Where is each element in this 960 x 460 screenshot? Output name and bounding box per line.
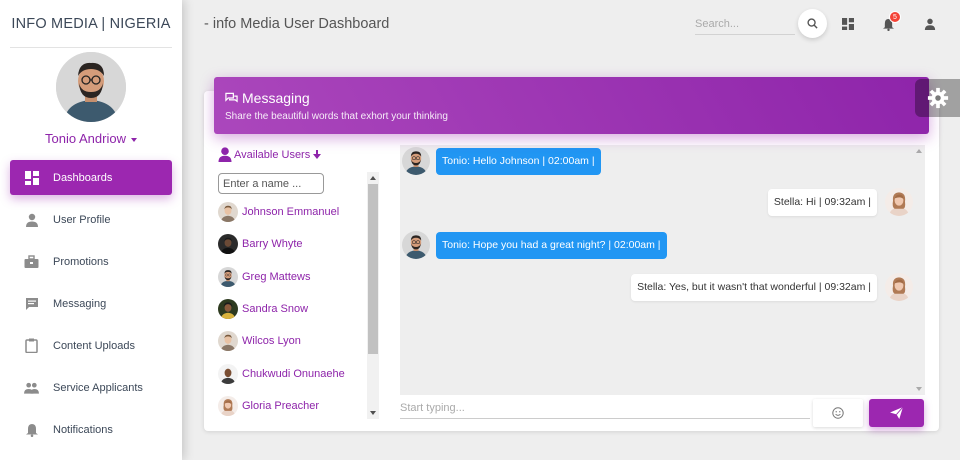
scroll-up-icon[interactable]: [916, 149, 922, 153]
scroll-down-icon[interactable]: [916, 387, 922, 391]
chat-message-outgoing: Stella: Yes, but it wasn't that wonderfu…: [631, 273, 913, 301]
user-list-item[interactable]: Sandra Snow: [216, 293, 366, 325]
user-icon: [218, 147, 232, 162]
avatar: [218, 396, 238, 416]
dashboard-button[interactable]: [840, 16, 856, 32]
chat-message-outgoing: Stella: Hi | 09:32am |: [767, 188, 913, 216]
message-bubble: Stella: Yes, but it wasn't that wonderfu…: [631, 273, 877, 301]
chat-message-incoming: Tonio: Hello Johnson | 02:00am |: [402, 147, 601, 175]
avatar: [885, 188, 913, 216]
avatar: [402, 147, 430, 175]
sidebar-item-label: Service Applicants: [53, 381, 143, 394]
user-name: Barry Whyte: [242, 238, 303, 251]
user-list-item[interactable]: Wilcos Lyon: [216, 325, 366, 357]
message-bubble: Stella: Hi | 09:32am |: [767, 188, 877, 216]
user-list-item[interactable]: Chukwudi Onunaehe: [216, 357, 366, 389]
avatar: [218, 364, 238, 384]
search-button[interactable]: [798, 9, 827, 38]
sidebar-item-label: Content Uploads: [53, 339, 135, 352]
scroll-down-icon[interactable]: [370, 411, 376, 415]
sidebar-nav: Dashboards User Profile Promotions Messa…: [0, 160, 182, 447]
chat-icon: [24, 296, 39, 311]
available-users-label: Available Users: [234, 148, 311, 161]
avatar: [218, 234, 238, 254]
user-list-item[interactable]: Barry Whyte: [216, 228, 366, 260]
card-title-text: Messaging: [242, 90, 310, 106]
sidebar-item-label: Messaging: [53, 297, 107, 310]
scroll-up-icon[interactable]: [370, 176, 376, 180]
sidebar: INFO MEDIA | NIGERIA Tonio Andriow Dashb…: [0, 0, 182, 460]
available-users-heading[interactable]: Available Users: [218, 147, 322, 162]
send-icon: [890, 407, 903, 419]
avatar: [218, 202, 238, 222]
card-title: Messaging: [225, 90, 310, 106]
user-name: Johnson Emmanuel: [242, 206, 340, 219]
sidebar-item-content-uploads[interactable]: Content Uploads: [10, 328, 172, 363]
sidebar-item-user-profile[interactable]: User Profile: [10, 202, 172, 237]
bell-icon: [24, 422, 39, 437]
user-search-input[interactable]: [218, 173, 324, 194]
user-name: Sandra Snow: [242, 303, 309, 316]
dashboard-icon: [842, 18, 854, 30]
dashboard-icon: [24, 170, 39, 185]
sidebar-item-service-applicants[interactable]: Service Applicants: [10, 370, 172, 405]
avatar: [885, 273, 913, 301]
sidebar-item-messaging[interactable]: Messaging: [10, 286, 172, 321]
profile-name-dropdown[interactable]: Tonio Andriow: [0, 131, 182, 146]
avatar: [218, 267, 238, 287]
page-title: - info Media User Dashboard: [204, 16, 390, 32]
send-button[interactable]: [869, 399, 924, 427]
sidebar-item-label: Dashboards: [53, 171, 113, 184]
profile-name: Tonio Andriow: [45, 131, 126, 146]
topbar: - info Media User Dashboard 5: [182, 0, 960, 48]
user-list-item[interactable]: Johnson Emmanuel: [216, 196, 366, 228]
people-icon: [24, 380, 39, 395]
caret-down-icon: [130, 137, 137, 142]
card-subtitle: Share the beautiful words that exhort yo…: [225, 111, 448, 122]
sidebar-item-label: Promotions: [53, 255, 109, 268]
account-button[interactable]: [922, 16, 938, 32]
avatar: [218, 331, 238, 351]
sidebar-item-label: Notifications: [53, 423, 113, 436]
user-name: Greg Mattews: [242, 270, 311, 283]
messaging-card-header: Messaging Share the beautiful words that…: [214, 77, 929, 134]
avatar[interactable]: [56, 52, 126, 122]
brand-logo[interactable]: INFO MEDIA | NIGERIA: [10, 0, 172, 48]
user-list-item[interactable]: Greg Mattews: [216, 261, 366, 293]
smiley-icon: [832, 407, 844, 419]
search-input[interactable]: [695, 13, 795, 35]
chat-window[interactable]: Tonio: Hello Johnson | 02:00am | Stella:…: [400, 145, 925, 395]
chat-message-incoming: Tonio: Hope you had a great night? | 02:…: [402, 231, 667, 259]
scrollbar-thumb[interactable]: [368, 184, 378, 354]
arrow-down-icon: [313, 150, 322, 159]
user-name: Chukwudi Onunaehe: [242, 367, 345, 380]
sidebar-item-dashboards[interactable]: Dashboards: [10, 160, 172, 195]
profile-avatar-wrap: [0, 52, 182, 122]
clipboard-icon: [24, 338, 39, 353]
user-list-item[interactable]: Gloria Preacher: [216, 390, 366, 422]
message-bubble: Tonio: Hello Johnson | 02:00am |: [436, 147, 601, 175]
person-icon: [924, 18, 936, 30]
emoji-button[interactable]: [813, 399, 863, 427]
avatar: [402, 231, 430, 259]
settings-button[interactable]: [915, 79, 960, 117]
gear-icon: [927, 87, 948, 109]
briefcase-icon: [24, 254, 39, 269]
notification-count-badge: 5: [889, 11, 901, 23]
person-icon: [24, 212, 39, 227]
sidebar-item-label: User Profile: [53, 213, 111, 226]
search-icon: [807, 18, 818, 29]
message-bubble: Tonio: Hope you had a great night? | 02:…: [436, 231, 667, 259]
user-name: Gloria Preacher: [242, 399, 320, 412]
message-input[interactable]: [400, 397, 810, 419]
sidebar-item-notifications[interactable]: Notifications: [10, 412, 172, 447]
user-name: Wilcos Lyon: [242, 335, 301, 348]
avatar: [218, 299, 238, 319]
sidebar-item-promotions[interactable]: Promotions: [10, 244, 172, 279]
user-list: Johnson Emmanuel Barry Whyte Greg Mattew…: [216, 196, 366, 418]
user-list-scrollbar[interactable]: [367, 172, 379, 419]
chat-bubbles-icon: [225, 92, 238, 104]
